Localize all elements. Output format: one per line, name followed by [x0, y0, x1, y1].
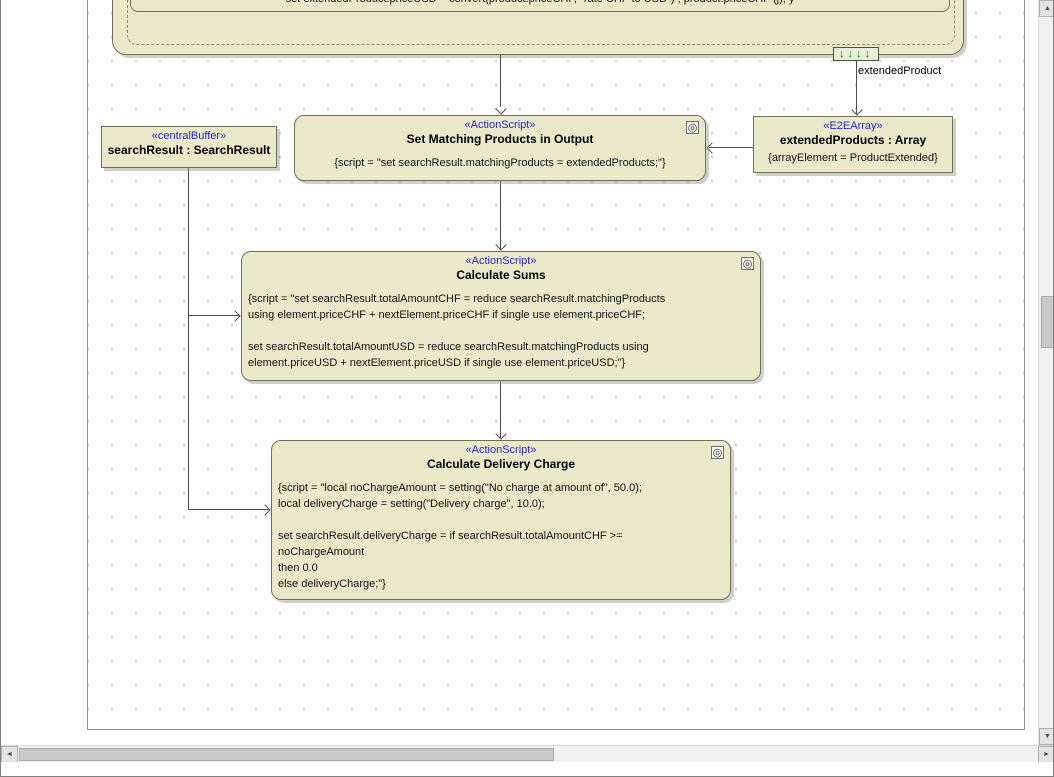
scroll-left-icon: ◄: [6, 751, 13, 758]
central-buffer-node[interactable]: «centralBuffer» searchResult : SearchRes…: [101, 126, 277, 168]
actionscript-node-calculate-sums[interactable]: ◎ «ActionScript» Calculate Sums {script …: [241, 251, 761, 381]
script-line: element.priceUSD + nextElement.priceUSD …: [248, 355, 754, 371]
vertical-scrollbar[interactable]: ▲ ▼: [1038, 0, 1054, 745]
script-line: {script = "set searchResult.totalAmountC…: [248, 291, 754, 307]
node-stereotype: «ActionScript»: [272, 441, 730, 457]
composite-icon: ◎: [741, 257, 754, 270]
node-title: searchResult : SearchResult: [102, 143, 276, 158]
scroll-right-button[interactable]: ►: [1038, 746, 1054, 763]
connector-buffer-to-delivery[interactable]: [188, 509, 269, 510]
scroll-right-icon: ►: [1043, 751, 1050, 758]
scroll-up-button[interactable]: ▲: [1039, 0, 1054, 17]
clipped-action-node[interactable]: set extendedProduct.priceUSD = convert(p…: [130, 0, 950, 12]
connector-top-to-setmatching[interactable]: [500, 55, 501, 107]
clipped-script-text: set extendedProduct.priceUSD = convert(p…: [131, 0, 949, 5]
connector-buffer-vertical[interactable]: [188, 168, 189, 510]
status-strip: [1, 762, 1054, 777]
e2e-array-node[interactable]: «E2EArray» extendedProducts : Array {arr…: [753, 116, 953, 173]
scroll-left-button[interactable]: ◄: [1, 746, 18, 763]
expansion-node-label: extendedProduct: [858, 65, 941, 77]
scroll-up-icon: ▲: [1044, 5, 1051, 12]
scroll-down-icon: ▼: [1044, 733, 1051, 740]
node-stereotype: «ActionScript»: [295, 116, 705, 132]
script-line: then 0.0: [278, 560, 724, 576]
script-line: set searchResult.deliveryCharge = if sea…: [278, 528, 724, 544]
script-line: [278, 512, 724, 528]
node-stereotype: «centralBuffer»: [102, 127, 276, 143]
node-script: {script = "set searchResult.totalAmountC…: [242, 283, 760, 371]
node-script: {script = "local noChargeAmount = settin…: [272, 472, 730, 592]
composite-icon: ◎: [686, 121, 699, 134]
script-line: noChargeAmount: [278, 544, 724, 560]
diagram-editor-window: set extendedProduct.priceUSD = convert(p…: [0, 0, 1054, 777]
actionscript-node-set-matching[interactable]: ◎ «ActionScript» Set Matching Products i…: [294, 115, 706, 181]
composite-icon: ◎: [711, 446, 724, 459]
node-title: extendedProducts : Array: [754, 133, 952, 148]
vertical-scrollbar-thumb[interactable]: [1041, 296, 1054, 348]
node-stereotype: «ActionScript»: [242, 252, 760, 268]
node-stereotype: «E2EArray»: [754, 117, 952, 133]
script-line: set searchResult.totalAmountUSD = reduce…: [248, 339, 754, 355]
script-line: {script = "set searchResult.matchingProd…: [301, 155, 699, 171]
node-detail: {arrayElement = ProductExtended}: [754, 148, 952, 164]
node-title: Set Matching Products in Output: [295, 132, 705, 147]
script-line: local deliveryCharge = setting("Delivery…: [278, 496, 724, 512]
script-line: {script = "local noChargeAmount = settin…: [278, 480, 724, 496]
script-line: [248, 323, 754, 339]
diagram-canvas[interactable]: set extendedProduct.priceUSD = convert(p…: [1, 0, 1038, 745]
horizontal-scrollbar-thumb[interactable]: [19, 748, 554, 761]
node-title: Calculate Delivery Charge: [272, 457, 730, 472]
expansion-node-icon[interactable]: ↓↓↓↓: [833, 47, 879, 61]
scroll-down-button[interactable]: ▼: [1039, 728, 1054, 745]
node-script: {script = "set searchResult.matchingProd…: [295, 147, 705, 171]
node-title: Calculate Sums: [242, 268, 760, 283]
script-line: using element.priceCHF + nextElement.pri…: [248, 307, 754, 323]
script-line: else deliveryCharge;"}: [278, 576, 724, 592]
actionscript-node-calculate-delivery[interactable]: ◎ «ActionScript» Calculate Delivery Char…: [271, 440, 731, 600]
horizontal-scrollbar[interactable]: ◄ ►: [1, 745, 1054, 762]
